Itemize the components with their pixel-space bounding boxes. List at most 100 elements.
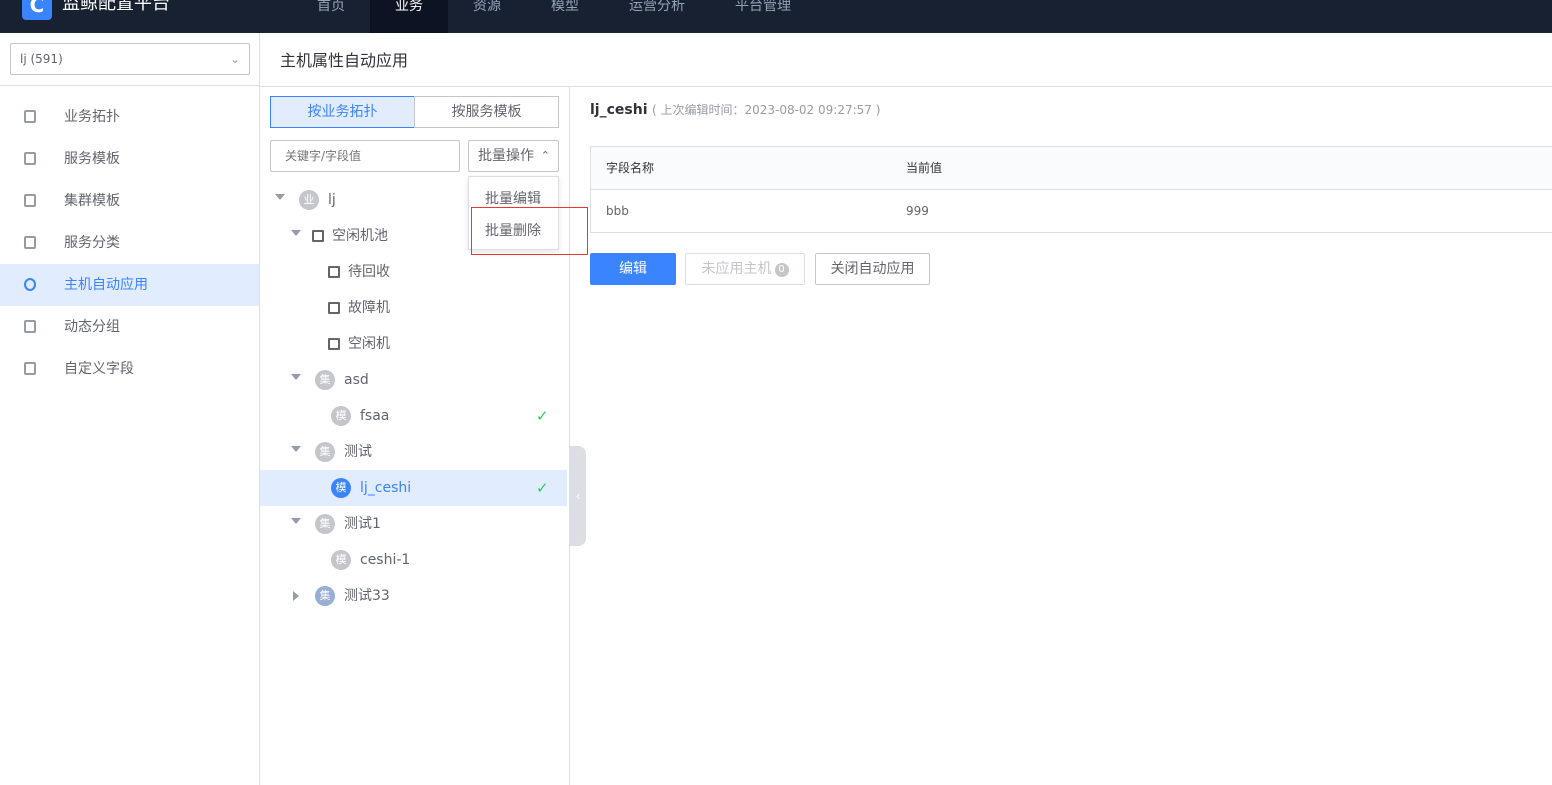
caret-down-icon[interactable] [291, 374, 301, 380]
edit-button[interactable]: 编辑 [590, 253, 676, 285]
sidebar-item-cluster-template[interactable]: 集群模板 [0, 180, 259, 222]
tree-node-label: lj_ceshi [360, 480, 412, 496]
tree-node-test[interactable]: 集 测试 [260, 434, 567, 470]
unapplied-count-badge: 0 [774, 263, 789, 277]
nav-platform-management[interactable]: 平台管理 [722, 0, 804, 33]
tree-node-pending-recycle[interactable]: 待回收 [260, 254, 567, 290]
app-title: 监鲸配置平台 [62, 0, 170, 14]
dynamic-group-icon [24, 320, 36, 333]
faulty-folder-icon [328, 302, 340, 314]
caret-right-icon[interactable] [293, 591, 299, 601]
tab-by-service-template[interactable]: 按服务模板 [414, 96, 559, 128]
search-input[interactable] [270, 140, 460, 172]
cell-current-value: 999 [906, 204, 929, 218]
column-header-field-name: 字段名称 [606, 161, 655, 175]
unapplied-hosts-label: 未应用主机 [701, 261, 772, 277]
tree-node-label: 测试33 [344, 588, 390, 604]
caret-down-icon[interactable] [291, 446, 301, 452]
tree-node-fsaa[interactable]: 模 fsaa ✓ [260, 398, 567, 434]
nav-operation-analysis[interactable]: 运营分析 [616, 0, 698, 33]
sidebar: lj (591) ⌄ 业务拓扑 服务模板 集群模板 服务分类 主机自动应用 动态… [0, 33, 260, 785]
tree-node-label: lj [328, 192, 336, 208]
chevron-up-icon: ⌃ [540, 149, 550, 162]
last-edit-time: ( 上次编辑时间：2023-08-02 09:27:57 ) [651, 103, 881, 117]
folder-icon [312, 230, 324, 242]
check-icon: ✓ [536, 407, 549, 425]
caret-down-icon[interactable] [291, 230, 301, 236]
tree-node-label: 测试 [344, 444, 372, 460]
sidebar-item-service-template[interactable]: 服务模板 [0, 138, 259, 180]
sidebar-item-label: 动态分组 [64, 319, 120, 335]
detail-header: lj_ceshi ( 上次编辑时间：2023-08-02 09:27:57 ) [590, 100, 880, 120]
tree-node-label: 测试1 [344, 516, 381, 532]
close-auto-apply-button[interactable]: 关闭自动应用 [815, 253, 930, 285]
chevron-down-icon: ⌄ [229, 52, 240, 66]
sidebar-item-business-topology[interactable]: 业务拓扑 [0, 96, 259, 138]
tab-by-business-topology[interactable]: 按业务拓扑 [270, 96, 415, 128]
field-table: 字段名称 当前值 bbb 999 [590, 146, 1552, 233]
highlight-annotation-box [471, 207, 588, 255]
custom-field-icon [24, 362, 36, 375]
tree-node-asd[interactable]: 集 asd [260, 362, 567, 398]
sidebar-item-label: 集群模板 [64, 193, 120, 209]
folder-icon [328, 266, 340, 278]
cell-field-name: bbb [606, 204, 629, 218]
tree-node-label: 空闲机池 [332, 228, 388, 244]
batch-operation-button[interactable]: 批量操作 ⌃ [468, 140, 559, 172]
cube-icon [24, 152, 36, 165]
business-badge-icon: 业 [299, 190, 319, 210]
tree-node-test33[interactable]: 集 测试33 [260, 578, 567, 614]
module-badge-icon: 模 [331, 478, 351, 498]
collapse-panel-handle[interactable]: ‹ [570, 446, 586, 546]
tree-node-lj-ceshi[interactable]: 模 lj_ceshi ✓ [260, 470, 567, 506]
cluster-badge-icon: 集 [315, 442, 335, 462]
chevron-left-icon: ‹ [575, 489, 581, 503]
sidebar-item-host-auto-apply[interactable]: 主机自动应用 [0, 264, 259, 306]
module-name: lj_ceshi [590, 102, 648, 118]
module-badge-icon: 模 [331, 406, 351, 426]
sidebar-item-custom-field[interactable]: 自定义字段 [0, 348, 259, 390]
tree-node-label: fsaa [360, 408, 390, 424]
cluster-icon [24, 194, 36, 207]
nav-home[interactable]: 首页 [300, 0, 362, 33]
tree-node-faulty[interactable]: 故障机 [260, 290, 567, 326]
module-badge-icon: 模 [331, 550, 351, 570]
cluster-badge-icon: 集 [315, 586, 335, 606]
layers-icon [24, 236, 36, 249]
cluster-badge-icon: 集 [315, 370, 335, 390]
top-navigation-bar: C 监鲸配置平台 首页 业务 资源 模型 运营分析 平台管理 [0, 0, 1552, 33]
check-icon: ✓ [536, 479, 549, 497]
sidebar-item-label: 业务拓扑 [64, 109, 120, 125]
business-select[interactable]: lj (591) ⌄ [10, 43, 250, 75]
sidebar-item-service-category[interactable]: 服务分类 [0, 222, 259, 264]
caret-down-icon[interactable] [291, 518, 301, 524]
batch-operation-label: 批量操作 [478, 148, 534, 164]
nav-business[interactable]: 业务 [370, 0, 448, 33]
tree-node-idle[interactable]: 空闲机 [260, 326, 567, 362]
tree-node-label: 待回收 [348, 264, 390, 280]
caret-down-icon[interactable] [275, 194, 285, 200]
tree-node-label: 空闲机 [348, 336, 390, 352]
app-logo-icon: C [22, 0, 52, 20]
tree-node-ceshi-1[interactable]: 模 ceshi-1 [260, 542, 567, 578]
sidebar-item-label: 服务分类 [64, 235, 120, 251]
table-row: bbb 999 [591, 190, 1552, 233]
sidebar-divider [0, 85, 259, 86]
auto-apply-icon [24, 278, 36, 291]
column-header-current-value: 当前值 [906, 161, 943, 175]
table-header-row: 字段名称 当前值 [591, 147, 1552, 190]
sidebar-item-label: 自定义字段 [64, 361, 134, 377]
nav-model[interactable]: 模型 [534, 0, 596, 33]
tree-node-label: asd [344, 372, 369, 388]
sidebar-item-label: 服务模板 [64, 151, 120, 167]
sidebar-item-label: 主机自动应用 [64, 277, 148, 293]
business-select-value: lj (591) [20, 52, 63, 66]
tree-node-label: 故障机 [348, 300, 390, 316]
folder-icon [328, 338, 340, 350]
tree-node-test1[interactable]: 集 测试1 [260, 506, 567, 542]
nav-resource[interactable]: 资源 [456, 0, 518, 33]
sidebar-item-dynamic-group[interactable]: 动态分组 [0, 306, 259, 348]
topology-icon [24, 110, 36, 123]
unapplied-hosts-button[interactable]: 未应用主机 0 [685, 253, 805, 285]
tree-node-label: ceshi-1 [360, 552, 411, 568]
